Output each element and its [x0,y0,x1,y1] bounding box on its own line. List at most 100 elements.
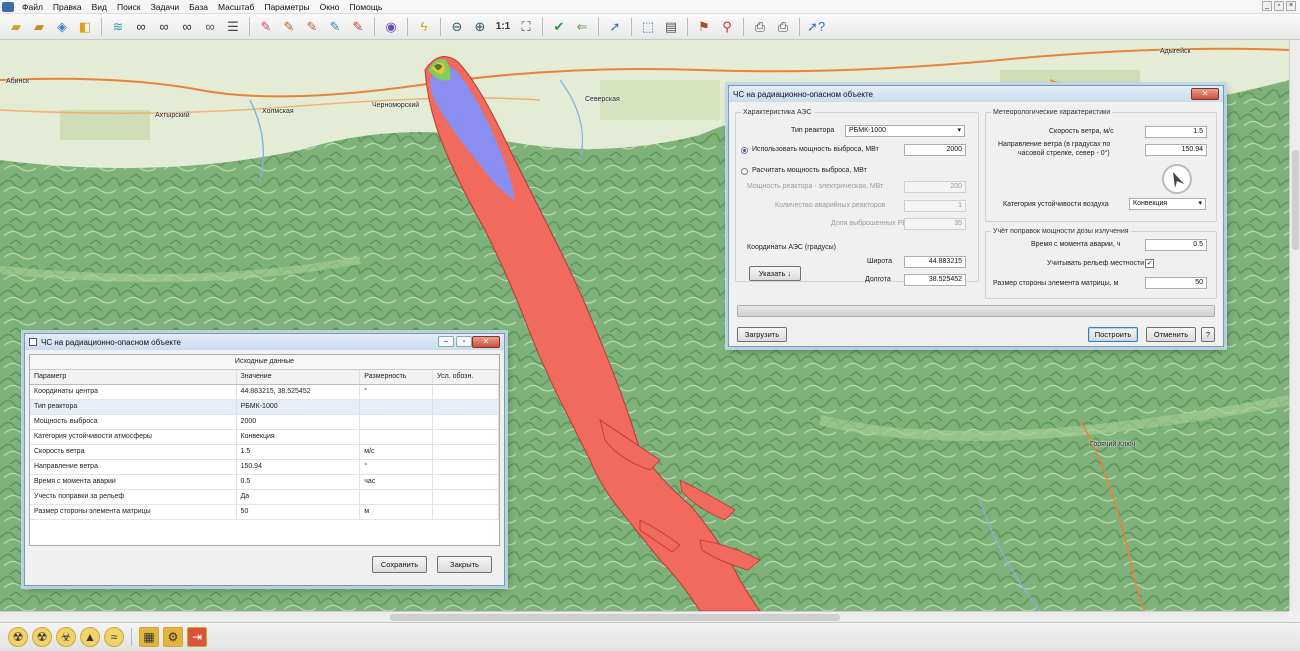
layer-add-icon[interactable]: ◧ [75,17,95,37]
map-marker-icon[interactable]: ⚲ [717,17,737,37]
minimize-icon[interactable]: _ [1262,1,1272,11]
column-header[interactable]: Значение [237,370,361,384]
cancel-button[interactable]: Отменить [1146,327,1196,342]
menu-tasks[interactable]: Задачи [146,2,185,12]
printer-settings-icon[interactable]: ⎙ [773,17,793,37]
menu-view[interactable]: Вид [87,2,112,12]
reactor-type-select[interactable]: РБМК-1000 [845,125,965,137]
minimize-icon[interactable]: – [438,336,454,347]
use-power-label[interactable]: Использовать мощность выброса, МВт [752,146,879,153]
pencil-edit-icon[interactable]: ✎ [325,17,345,37]
layers-stack-icon[interactable]: ≋ [108,17,128,37]
column-header[interactable]: Размерность [360,370,434,384]
folder-save-icon[interactable]: ▰ [29,17,49,37]
binoculars-next-icon[interactable]: ∞ [177,17,197,37]
load-button[interactable]: Загрузить [737,327,787,342]
table-row[interactable]: Тип реактора РБМК-1000 [30,400,499,415]
use-power-field[interactable]: 2000 [904,144,966,156]
time-field[interactable]: 0.5 [1145,239,1207,251]
printer-icon[interactable]: ⎙ [750,17,770,37]
table-row[interactable]: Категория устойчивости атмосферы Конвекц… [30,430,499,445]
pencil-delete-icon[interactable]: ✎ [348,17,368,37]
list-icon[interactable]: ☰ [223,17,243,37]
point-on-map-button[interactable]: Указать ↓ [749,266,801,281]
check-icon[interactable]: ✔ [549,17,569,37]
table-row[interactable]: Мощность выброса 2000 [30,415,499,430]
binoculars-icon[interactable]: ∞ [131,17,151,37]
gear-icon[interactable]: ⚙ [163,627,183,647]
wind-speed-field[interactable]: 1.5 [1145,126,1207,138]
help-cursor-icon[interactable]: ➚? [806,17,826,37]
menu-scale[interactable]: Масштаб [213,2,259,12]
pencil-add-icon[interactable]: ✎ [279,17,299,37]
arrow-back-icon[interactable]: ⇐ [572,17,592,37]
table-row[interactable]: Учесть поправки за рельеф Да [30,490,499,505]
table-cell [360,400,434,414]
lightning-icon[interactable]: ϟ [414,17,434,37]
stamp-icon[interactable]: ⚑ [694,17,714,37]
menu-edit[interactable]: Правка [48,2,87,12]
zoom-out-icon[interactable]: ⊖ [447,17,467,37]
radiation-icon[interactable]: ☢ [8,627,28,647]
maximize-icon[interactable]: ▫ [456,336,472,347]
stability-select[interactable]: Конвекция [1129,198,1206,210]
binoculars-prev-icon[interactable]: ∞ [200,17,220,37]
chemical-icon[interactable]: ☣ [56,627,76,647]
menu-help[interactable]: Помощь [344,2,387,12]
menu-file[interactable]: Файл [17,2,48,12]
hazard-zone-icon[interactable]: ▦ [139,627,159,647]
table-row[interactable]: Направление ветра 150.94 ° [30,460,499,475]
wind-direction-field[interactable]: 150.94 [1145,144,1207,156]
exit-icon[interactable]: ⇥ [187,627,207,647]
select-window-icon[interactable]: ⬚ [638,17,658,37]
globe-icon[interactable]: ◉ [381,17,401,37]
build-button[interactable]: Построить [1088,327,1138,342]
map-horizontal-scrollbar[interactable] [0,611,1289,622]
table-row[interactable]: Время с момента аварии 0.5 час [30,475,499,490]
latitude-field[interactable]: 44.883215 [904,256,966,268]
relief-checkbox[interactable]: ✓ [1145,259,1154,268]
map-vertical-scrollbar[interactable] [1289,40,1300,611]
longitude-field[interactable]: 38.525452 [904,274,966,286]
menu-parameters[interactable]: Параметры [259,2,314,12]
scroll-thumb[interactable] [1292,150,1299,250]
flood-icon[interactable]: ≈ [104,627,124,647]
help-button[interactable]: ? [1201,327,1215,342]
close-icon[interactable]: × [1286,1,1296,11]
folder-open-icon[interactable]: ▰ [6,17,26,37]
dialog-titlebar[interactable]: ЧС на радиационно-опасном объекте – ▫ ✕ [25,334,504,350]
menu-window[interactable]: Окно [315,2,345,12]
fire-icon[interactable]: ▲ [80,627,100,647]
table-row[interactable]: Скорость ветра 1.5 м/с [30,445,499,460]
rv-share-field[interactable]: 35 [904,218,966,230]
close-icon[interactable]: ✕ [472,336,500,348]
scroll-thumb[interactable] [390,614,840,621]
dialog-titlebar[interactable]: ЧС на радиационно-опасном объекте ✕ [729,86,1223,102]
reactor-power-field[interactable]: 200 [904,181,966,193]
zoom-in-icon[interactable]: ⊕ [470,17,490,37]
menu-search[interactable]: Поиск [112,2,146,12]
menu-base[interactable]: База [184,2,213,12]
table-row[interactable]: Размер стороны элемента матрицы 50 м [30,505,499,520]
close-icon[interactable]: ✕ [1191,88,1219,100]
radiation-plume-icon[interactable]: ☢ [32,627,52,647]
calc-power-radio[interactable] [741,168,748,175]
binoculars-a-icon[interactable]: ∞ [154,17,174,37]
cursor-icon[interactable]: ➚ [605,17,625,37]
fit-icon[interactable]: ⛶ [516,17,536,37]
scale-1-1-button[interactable]: 1:1 [493,17,513,37]
pencil-move-icon[interactable]: ✎ [302,17,322,37]
layers-icon[interactable]: ◈ [52,17,72,37]
close-button[interactable]: Закрыть [437,556,492,573]
document-text-icon[interactable]: ▤ [661,17,681,37]
matrix-field[interactable]: 50 [1145,277,1207,289]
save-button[interactable]: Сохранить [372,556,427,573]
table-row[interactable]: Координаты центра 44.883215, 38.525452 ° [30,385,499,400]
reactor-count-field[interactable]: 1 [904,200,966,212]
use-power-radio[interactable] [741,147,748,154]
calc-power-label[interactable]: Расчитать мощность выброса, МВт [752,167,867,174]
pencil-eraser-icon[interactable]: ✎ [256,17,276,37]
restore-icon[interactable]: ▫ [1274,1,1284,11]
column-header[interactable]: Усл. обозн. [433,370,499,384]
column-header[interactable]: Параметр [30,370,237,384]
